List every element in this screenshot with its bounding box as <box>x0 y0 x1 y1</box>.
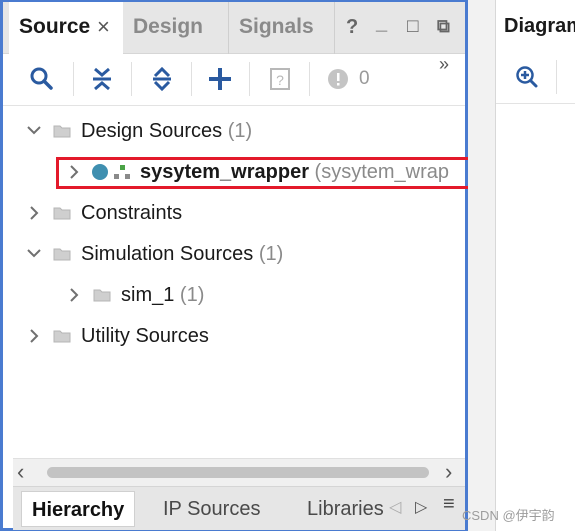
folder-icon <box>93 289 111 302</box>
tab-hierarchy[interactable]: Hierarchy <box>21 491 136 527</box>
minimize-icon[interactable]: _ <box>376 12 387 35</box>
float-icon[interactable]: ⧉ <box>437 16 450 37</box>
diagram-panel: Diagram <box>495 0 575 531</box>
bottom-tab-bar: Hierarchy IP Sources Libraries ◁ ▷ ≡ <box>13 486 465 530</box>
tree-item-sim-1[interactable]: sim_1 (1) <box>3 278 465 312</box>
tab-libraries[interactable]: Libraries <box>297 491 387 527</box>
tab-design-label: Design <box>133 15 204 38</box>
sources-panel: Source × Design Signals ? _ □ ⧉ ? 0 » De… <box>0 0 468 531</box>
tree-label: Utility Sources <box>81 325 209 347</box>
tree-label: Design Sources <box>81 120 223 142</box>
chevron-right-icon[interactable] <box>65 278 83 312</box>
folder-icon <box>53 248 71 261</box>
tab-prev-icon[interactable]: ◁ <box>389 497 401 517</box>
horizontal-scrollbar[interactable]: ‹ › <box>13 458 465 486</box>
properties-icon[interactable]: ? <box>263 62 297 96</box>
tab-source[interactable]: Source × <box>9 2 123 54</box>
tab-design[interactable]: Design <box>123 2 229 54</box>
tab-next-icon[interactable]: ▷ <box>415 497 427 517</box>
tree-label: Constraints <box>81 202 183 224</box>
folder-icon <box>53 125 71 138</box>
tree-count: (1) <box>227 120 253 142</box>
panel-splitter[interactable] <box>468 0 495 531</box>
watermark: CSDN @伊宇韵 <box>462 508 555 523</box>
tree-count: (1) <box>258 243 284 265</box>
tree-label: Simulation Sources <box>81 243 254 265</box>
tree-item-simulation-sources[interactable]: Simulation Sources (1) <box>3 237 465 271</box>
tree-label: sim_1 <box>121 284 175 306</box>
collapse-all-icon[interactable] <box>85 62 119 96</box>
diagram-tab-bar: Diagram <box>496 0 575 52</box>
expand-all-icon[interactable] <box>145 62 179 96</box>
scroll-thumb[interactable] <box>47 467 429 478</box>
chevron-right-icon[interactable] <box>25 196 43 230</box>
scroll-right-icon[interactable]: › <box>445 459 452 485</box>
tree-count: (1) <box>179 284 205 306</box>
help-icon[interactable]: ? <box>346 16 358 39</box>
highlight-box <box>56 157 496 189</box>
sources-toolbar: ? 0 » <box>3 54 465 106</box>
message-count: 0 <box>359 68 370 89</box>
tab-signals[interactable]: Signals <box>229 2 335 54</box>
search-icon[interactable] <box>25 62 59 96</box>
chevron-down-icon[interactable] <box>25 237 43 271</box>
messages-icon[interactable] <box>321 62 355 96</box>
close-icon[interactable]: × <box>97 2 110 52</box>
tab-diagram[interactable]: Diagram <box>496 0 575 52</box>
zoom-in-icon[interactable] <box>510 60 544 94</box>
panel-tab-bar: Source × Design Signals ? _ □ ⧉ <box>3 2 465 54</box>
tree-item-constraints[interactable]: Constraints <box>3 196 465 230</box>
diagram-toolbar <box>496 52 575 104</box>
tab-signals-label: Signals <box>239 15 314 38</box>
folder-icon <box>53 207 71 220</box>
chevron-right-icon[interactable] <box>25 319 43 353</box>
add-icon[interactable] <box>203 62 237 96</box>
svg-text:?: ? <box>276 72 284 88</box>
more-icon[interactable]: » <box>439 54 449 75</box>
tree-item-utility-sources[interactable]: Utility Sources <box>3 319 465 353</box>
chevron-down-icon[interactable] <box>25 114 43 148</box>
tab-menu-icon[interactable]: ≡ <box>443 493 455 516</box>
scroll-left-icon[interactable]: ‹ <box>17 459 24 485</box>
tree-item-design-sources[interactable]: Design Sources (1) <box>3 114 465 148</box>
tab-ip-sources[interactable]: IP Sources <box>153 491 270 527</box>
maximize-icon[interactable]: □ <box>407 16 418 38</box>
folder-icon <box>53 330 71 343</box>
tab-source-label: Source <box>19 15 91 38</box>
